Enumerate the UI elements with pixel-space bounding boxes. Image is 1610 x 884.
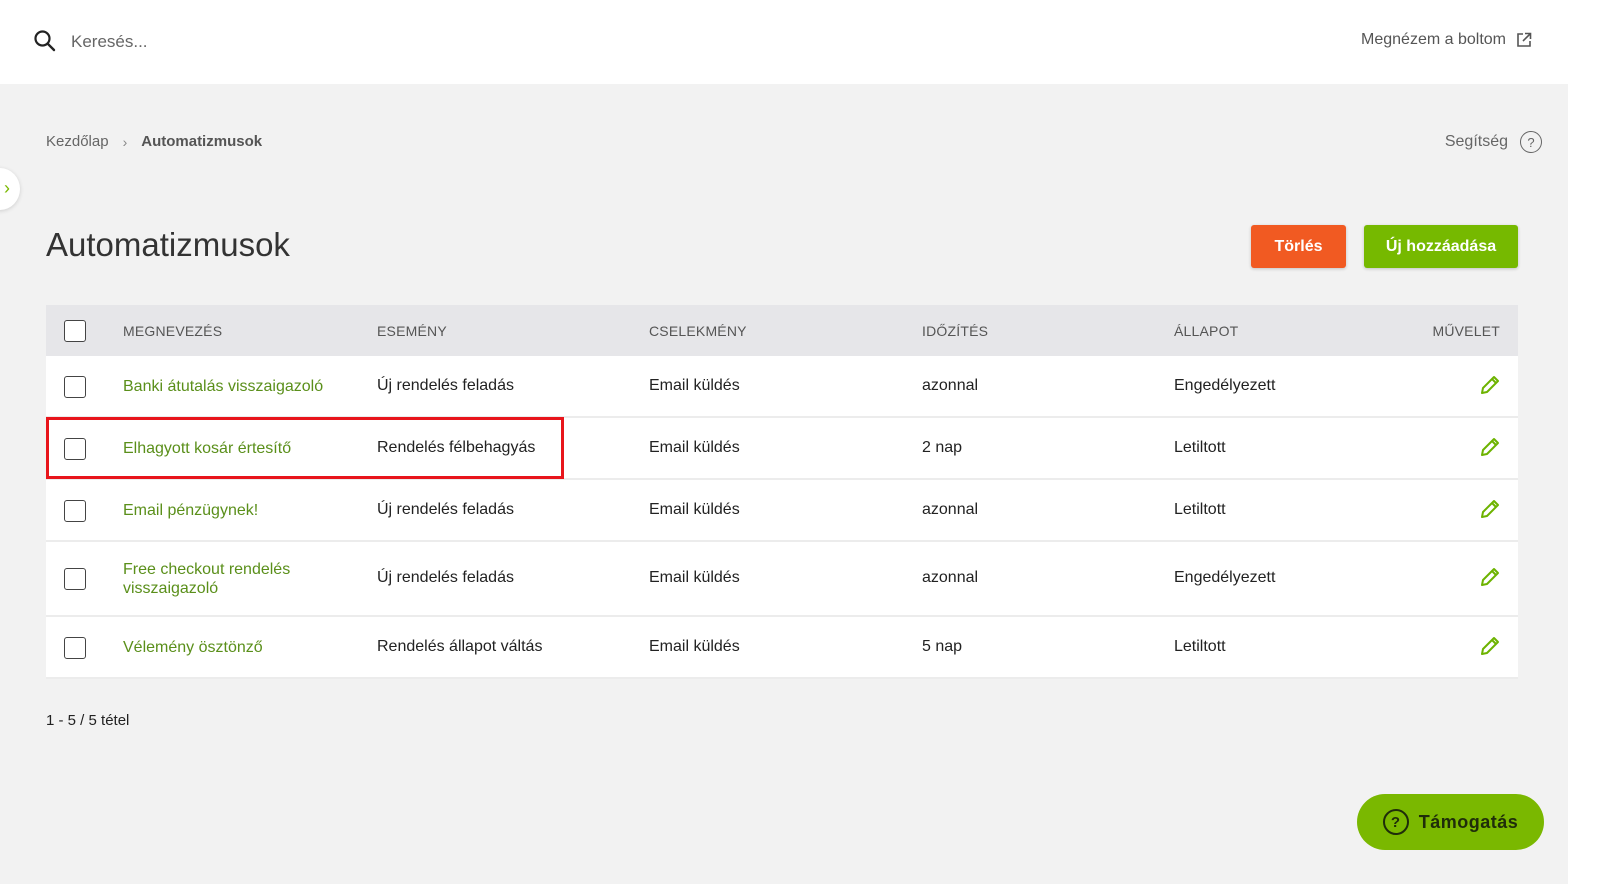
automation-name-link[interactable]: Email pénzügynek! — [123, 501, 258, 520]
chevron-right-icon: › — [122, 133, 128, 150]
status-cell: Letiltott — [1174, 439, 1226, 456]
event-cell: Új rendelés feladás — [377, 501, 514, 518]
table-row: Banki átutalás visszaigazoló Új rendelés… — [46, 356, 1518, 418]
top-bar: Megnézem a boltom — [0, 0, 1568, 84]
table-header: MEGNEVEZÉS ESEMÉNY CSELEKMÉNY IDŐZÍTÉS Á… — [46, 305, 1518, 356]
breadcrumb-home-link[interactable]: Kezdőlap — [46, 133, 109, 150]
row-checkbox[interactable] — [64, 500, 86, 522]
search-input[interactable] — [69, 28, 573, 56]
item-count: 1 - 5 / 5 tétel — [46, 712, 130, 729]
table-row: Email pénzügynek! Új rendelés feladás Em… — [46, 480, 1518, 542]
status-cell: Engedélyezett — [1174, 569, 1276, 586]
row-checkbox[interactable] — [64, 376, 86, 398]
row-checkbox[interactable] — [64, 568, 86, 590]
table-row: Free checkout rendelés visszaigazoló Új … — [46, 542, 1518, 617]
timing-cell: azonnal — [922, 377, 979, 394]
pencil-icon[interactable] — [1478, 373, 1502, 397]
scrollbar-gutter — [1568, 0, 1610, 884]
event-cell: Új rendelés feladás — [377, 569, 514, 586]
column-header-event[interactable]: ESEMÉNY — [377, 323, 447, 339]
external-link-icon — [1517, 32, 1532, 47]
automation-name-link[interactable]: Banki átutalás visszaigazoló — [123, 377, 323, 396]
action-cell: Email küldés — [649, 439, 740, 456]
action-cell: Email küldés — [649, 638, 740, 655]
event-cell: Rendelés félbehagyás — [377, 439, 536, 456]
table-row: Elhagyott kosár értesítő Rendelés félbeh… — [46, 418, 1518, 480]
select-all-checkbox[interactable] — [64, 320, 86, 342]
timing-cell: 5 nap — [922, 638, 963, 655]
column-header-operation: MŰVELET — [1432, 322, 1500, 339]
view-shop-label: Megnézem a boltom — [1361, 31, 1506, 48]
column-header-name[interactable]: MEGNEVEZÉS — [123, 323, 222, 339]
pencil-icon[interactable] — [1478, 497, 1502, 521]
chevron-right-icon: › — [4, 178, 10, 198]
breadcrumb: Kezdőlap › Automatizmusok — [46, 133, 262, 150]
help-label: Segítség — [1444, 133, 1508, 150]
event-cell: Rendelés állapot váltás — [377, 638, 543, 655]
action-cell: Email küldés — [649, 501, 740, 518]
automations-table: MEGNEVEZÉS ESEMÉNY CSELEKMÉNY IDŐZÍTÉS Á… — [46, 305, 1518, 679]
action-cell: Email küldés — [649, 569, 740, 586]
help-link[interactable]: Segítség ? — [1445, 131, 1542, 153]
add-new-button[interactable]: Új hozzáadása — [1364, 225, 1518, 268]
page-title: Automatizmusok — [46, 226, 290, 263]
table-row: Vélemény ösztönző Rendelés állapot váltá… — [46, 617, 1518, 679]
delete-button[interactable]: Törlés — [1251, 225, 1346, 268]
timing-cell: 2 nap — [922, 439, 963, 456]
breadcrumb-current: Automatizmusok — [141, 133, 263, 150]
question-circle-icon: ? — [1382, 809, 1409, 835]
event-cell: Új rendelés feladás — [377, 377, 514, 394]
row-checkbox[interactable] — [64, 637, 86, 659]
row-checkbox[interactable] — [64, 438, 86, 460]
automation-name-link[interactable]: Vélemény ösztönző — [123, 638, 263, 657]
pencil-icon[interactable] — [1478, 634, 1502, 658]
support-label: Támogatás — [1418, 811, 1519, 832]
sidebar-toggle-button[interactable]: › — [0, 168, 20, 210]
automation-name-link[interactable]: Elhagyott kosár értesítő — [123, 439, 291, 458]
view-shop-link[interactable]: Megnézem a boltom — [1361, 31, 1532, 49]
search-icon[interactable] — [33, 29, 57, 53]
automation-name-link[interactable]: Free checkout rendelés visszaigazoló — [123, 560, 323, 598]
pencil-icon[interactable] — [1478, 435, 1502, 459]
column-header-timing[interactable]: IDŐZÍTÉS — [922, 323, 988, 339]
pencil-icon[interactable] — [1478, 565, 1502, 589]
column-header-status[interactable]: ÁLLAPOT — [1174, 323, 1238, 339]
action-cell: Email küldés — [649, 377, 740, 394]
timing-cell: azonnal — [922, 569, 979, 586]
status-cell: Letiltott — [1174, 638, 1226, 655]
status-cell: Letiltott — [1174, 501, 1226, 518]
status-cell: Engedélyezett — [1174, 377, 1276, 394]
column-header-action[interactable]: CSELEKMÉNY — [649, 323, 747, 339]
question-circle-icon: ? — [1520, 131, 1542, 153]
support-button[interactable]: ? Támogatás — [1357, 794, 1544, 850]
timing-cell: azonnal — [922, 501, 979, 518]
